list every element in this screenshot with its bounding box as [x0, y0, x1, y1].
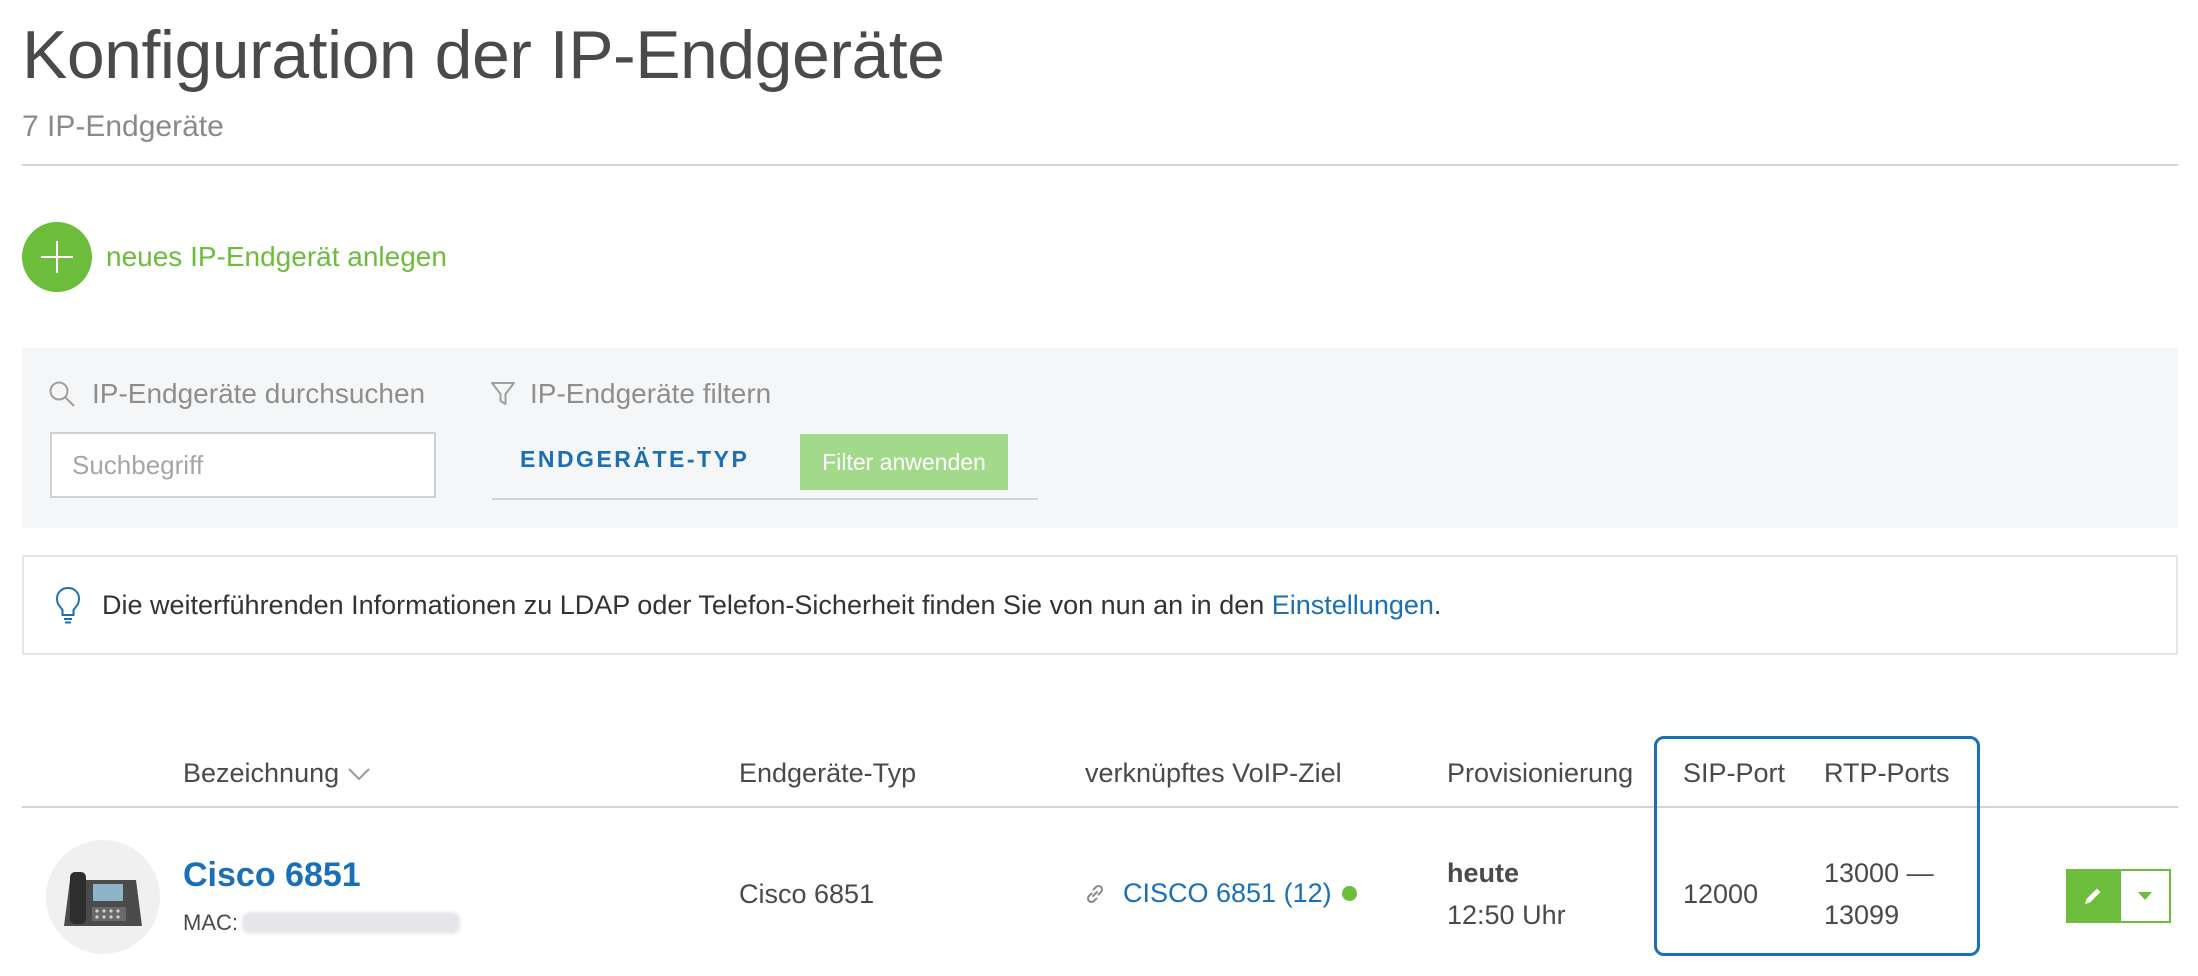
info-message: Die weiterführenden Informationen zu LDA… [102, 589, 1272, 620]
column-header-voip: verknüpftes VoIP-Ziel [1085, 758, 1342, 788]
edit-button[interactable] [2066, 869, 2119, 923]
info-suffix: . [1433, 589, 1442, 620]
filter-row: ENDGERÄTE-TYP Filter anwenden [492, 434, 1038, 500]
filter-panel: IP-Endgeräte durchsuchen IP-Endgeräte fi… [22, 348, 2178, 528]
column-header-type: Endgeräte-Typ [739, 758, 917, 788]
page-title: Konfiguration der IP-Endgeräte [22, 17, 945, 93]
search-heading-text: IP-Endgeräte durchsuchen [92, 378, 426, 409]
voip-target-link[interactable]: CISCO 6851 (12) [1123, 878, 1332, 909]
search-icon [49, 381, 75, 407]
info-text: Die weiterführenden Informationen zu LDA… [102, 590, 1441, 621]
caret-down-icon[interactable] [2136, 890, 2154, 902]
device-mac: MAC: [183, 910, 460, 936]
filter-heading: IP-Endgeräte filtern [490, 378, 771, 410]
rtp-ports-start: 13000 — [1824, 858, 1934, 888]
row-actions-dropdown[interactable] [2119, 869, 2171, 923]
provisioning-day: heute [1447, 858, 1520, 888]
sip-port-cell: 12000 [1683, 879, 1759, 909]
pencil-icon[interactable] [2082, 885, 2104, 907]
lightbulb-icon [54, 585, 82, 625]
provisioning-time: 12:50 Uhr [1447, 900, 1566, 930]
filter-heading-text: IP-Endgeräte filtern [530, 378, 772, 409]
chevron-down-icon[interactable] [347, 767, 371, 781]
voip-target-cell: CISCO 6851 (12) [1083, 878, 1357, 909]
column-header-name-label[interactable]: Bezeichnung [183, 758, 339, 789]
filter-icon [491, 382, 515, 405]
plus-icon[interactable] [22, 222, 92, 292]
search-input[interactable] [50, 432, 436, 498]
info-banner: Die weiterführenden Informationen zu LDA… [22, 555, 2178, 655]
status-online-indicator [1341, 886, 1357, 901]
column-header-provisioning: Provisionierung [1447, 758, 1634, 788]
apply-filter-button[interactable]: Filter anwenden [800, 434, 1008, 490]
mac-address-redacted [242, 912, 460, 934]
add-device-button[interactable]: neues IP-Endgerät anlegen [22, 222, 447, 292]
column-header-name[interactable]: Bezeichnung [183, 758, 371, 789]
row-actions [2066, 869, 2171, 923]
rtp-ports-end: 13099 [1824, 900, 1900, 930]
title-divider [22, 164, 2178, 166]
device-name-link[interactable]: Cisco 6851 [183, 856, 361, 895]
device-mac-label: MAC: [183, 910, 238, 935]
search-heading: IP-Endgeräte durchsuchen [48, 378, 425, 410]
ports-highlight-box [1654, 736, 1980, 956]
add-device-label[interactable]: neues IP-Endgerät anlegen [106, 241, 447, 273]
link-icon [1086, 884, 1104, 903]
device-type-filter[interactable]: ENDGERÄTE-TYP [520, 446, 749, 473]
device-count: 7 IP-Endgeräte [22, 110, 224, 143]
device-type-cell: Cisco 6851 [739, 879, 875, 909]
settings-link[interactable]: Einstellungen [1272, 590, 1434, 620]
desk-phone-icon [46, 840, 160, 954]
